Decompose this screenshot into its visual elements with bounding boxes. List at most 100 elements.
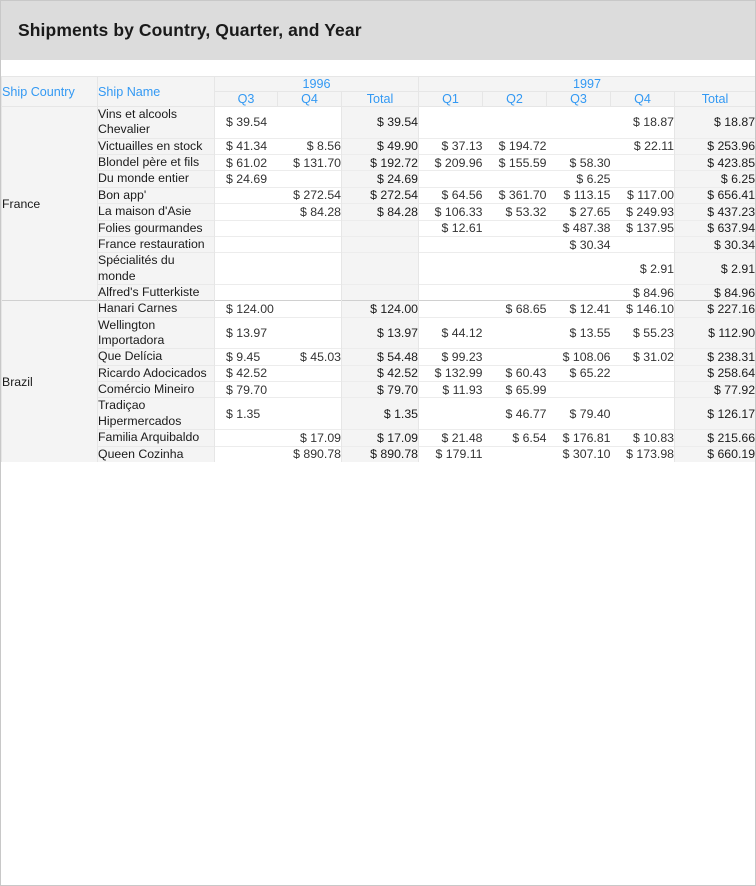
cell-1996-total: $ 192.72 xyxy=(340,154,420,171)
cell-1997-q1 xyxy=(418,252,483,285)
cell-1997-q1: $ 209.96 xyxy=(418,154,483,171)
cell-1996-q4: $ 131.70 xyxy=(277,154,342,171)
ship-name-cell[interactable]: Folies gourmandes xyxy=(97,219,215,237)
table-row: Du monde entier $ 24.69 $ 24.69 $ 6.25 $ 6.2… xyxy=(2,170,755,188)
cell-1997-q2 xyxy=(482,106,547,139)
cell-1996-total: $ 13.97 xyxy=(340,316,420,349)
header-row-years: Ship Country Ship Name 1996 1997 xyxy=(1,76,755,107)
ship-name-cell[interactable]: Comércio Mineiro xyxy=(97,381,215,398)
ship-name-cell[interactable]: Victuailles en stock xyxy=(97,137,215,155)
cell-1997-q2: $ 68.65 xyxy=(482,300,547,318)
cell-1996-q4 xyxy=(277,381,342,398)
ship-name-cell[interactable]: Alfred's Futterkiste xyxy=(97,283,215,301)
cell-1997-q4 xyxy=(610,397,675,430)
ship-name-cell[interactable]: Ricardo Adocicados xyxy=(97,364,215,382)
table-row: Victuailles en stock $ 41.34 $ 8.56 $ 49.90… xyxy=(2,137,755,155)
ship-name-cell[interactable]: Wellington Importadora xyxy=(97,316,215,349)
cell-1997-q1: $ 12.61 xyxy=(418,219,483,237)
ship-name-cell[interactable]: Hanari Carnes xyxy=(97,300,215,318)
cell-1997-q1 xyxy=(418,170,483,188)
table-row: Wellington Importadora $ 13.97 $ 13.97 $ 44… xyxy=(2,316,755,349)
header-1996-q4[interactable]: Q4 xyxy=(277,91,342,107)
cell-1997-total: $ 258.64 xyxy=(674,364,755,382)
cell-1997-q1 xyxy=(418,235,483,253)
cell-1997-q4: $ 137.95 xyxy=(610,219,675,237)
country-label[interactable]: France xyxy=(1,105,98,301)
cell-1996-total: $ 17.09 xyxy=(340,429,420,447)
header-1996-total[interactable]: Total xyxy=(340,91,420,107)
cell-1996-q3 xyxy=(214,203,278,221)
header-1997-total[interactable]: Total xyxy=(674,91,755,107)
header-1996-q3[interactable]: Q3 xyxy=(214,91,278,107)
ship-name-cell[interactable]: Blondel père et fils xyxy=(97,154,215,171)
cell-1996-q3 xyxy=(214,283,278,301)
cell-1997-q4 xyxy=(610,170,675,188)
table-row: Que Delícia $ 9.45 $ 45.03 $ 54.48 $ 99.23 $ … xyxy=(2,348,755,366)
cell-1996-q4 xyxy=(277,252,342,285)
ship-name-cell[interactable]: Du monde entier xyxy=(97,170,215,188)
cell-1997-q4: $ 84.96 xyxy=(610,283,675,301)
ship-name-cell[interactable]: Spécialités du monde xyxy=(97,252,215,285)
cell-1997-q3: $ 108.06 xyxy=(546,348,611,366)
cell-1996-q4 xyxy=(277,219,342,237)
cell-1997-q4: $ 146.10 xyxy=(610,300,675,318)
cell-1997-total: $ 126.17 xyxy=(674,397,755,430)
header-ship-country[interactable]: Ship Country xyxy=(1,76,98,107)
cell-1996-q4: $ 17.09 xyxy=(277,429,342,447)
cell-1997-total: $ 656.41 xyxy=(674,186,755,204)
cell-1997-q1: $ 132.99 xyxy=(418,364,483,382)
cell-1996-total xyxy=(340,283,420,301)
cell-1997-q3: $ 27.65 xyxy=(546,203,611,221)
cell-1996-q3: $ 124.00 xyxy=(214,300,278,318)
cell-1996-q3 xyxy=(214,445,278,462)
cell-1997-q2: $ 53.32 xyxy=(482,203,547,221)
ship-name-cell[interactable]: Vins et alcools Chevalier xyxy=(97,106,215,139)
ship-name-cell[interactable]: Bon app' xyxy=(97,186,215,204)
cell-1996-q3: $ 41.34 xyxy=(214,137,278,155)
cell-1997-q4: $ 2.91 xyxy=(610,252,675,285)
cell-1997-q3: $ 487.38 xyxy=(546,219,611,237)
cell-1997-q2: $ 46.77 xyxy=(482,397,547,430)
header-1997-q2[interactable]: Q2 xyxy=(482,91,548,107)
header-year-1996[interactable]: 1996 xyxy=(213,76,420,92)
ship-name-cell[interactable]: La maison d'Asie xyxy=(97,203,215,221)
cell-1996-q4: $ 84.28 xyxy=(277,203,342,221)
cell-1997-q3: $ 176.81 xyxy=(546,429,611,447)
cell-1996-total: $ 124.00 xyxy=(340,300,420,318)
table-row: Comércio Mineiro $ 79.70 $ 79.70 $ 11.93 $ 6… xyxy=(2,381,755,398)
cell-1997-q1: $ 11.93 xyxy=(418,381,483,398)
table-row: Brazil Hanari Carnes $ 124.00 $ 124.00 $ 68.… xyxy=(1,300,755,462)
header-1997-q1[interactable]: Q1 xyxy=(418,91,484,107)
table-row: Folies gourmandes $ 12.61 $ 487.38 $ 137.95… xyxy=(2,219,755,237)
cell-1996-q3: $ 13.97 xyxy=(214,316,278,349)
cell-1997-q1: $ 37.13 xyxy=(418,137,483,155)
cell-1997-q2 xyxy=(482,252,547,285)
cell-1997-q3 xyxy=(546,106,611,139)
cell-1997-q2 xyxy=(482,283,547,301)
cell-1996-q3: $ 39.54 xyxy=(214,106,278,139)
cell-1997-total: $ 30.34 xyxy=(674,235,755,253)
ship-name-cell[interactable]: Queen Cozinha xyxy=(97,445,215,462)
cell-1997-total: $ 6.25 xyxy=(674,170,755,188)
cell-1997-q1 xyxy=(418,283,483,301)
cell-1997-total: $ 660.19 xyxy=(674,445,755,462)
cell-1997-total: $ 77.92 xyxy=(674,381,755,398)
header-ship-name[interactable]: Ship Name xyxy=(97,76,215,107)
cell-1997-q4 xyxy=(610,154,675,171)
ship-name-cell[interactable]: Tradiçao Hipermercados xyxy=(97,397,215,430)
cell-1996-q4 xyxy=(277,283,342,301)
cell-1996-q3 xyxy=(214,186,278,204)
cell-1996-q4: $ 45.03 xyxy=(277,348,342,366)
cell-1997-q3: $ 12.41 xyxy=(546,300,611,318)
cell-1996-total: $ 39.54 xyxy=(340,106,420,139)
cell-1996-total: $ 24.69 xyxy=(340,170,420,188)
cell-1997-q3: $ 30.34 xyxy=(546,235,611,253)
ship-name-cell[interactable]: France restauration xyxy=(97,235,215,253)
header-1997-q4[interactable]: Q4 xyxy=(610,91,676,107)
country-label[interactable]: Brazil xyxy=(1,300,98,462)
ship-name-cell[interactable]: Familia Arquibaldo xyxy=(97,429,215,447)
ship-name-cell[interactable]: Que Delícia xyxy=(97,348,215,366)
header-1997-q3[interactable]: Q3 xyxy=(546,91,612,107)
header-year-1997[interactable]: 1997 xyxy=(418,76,755,92)
cell-1996-total: $ 54.48 xyxy=(340,348,420,366)
